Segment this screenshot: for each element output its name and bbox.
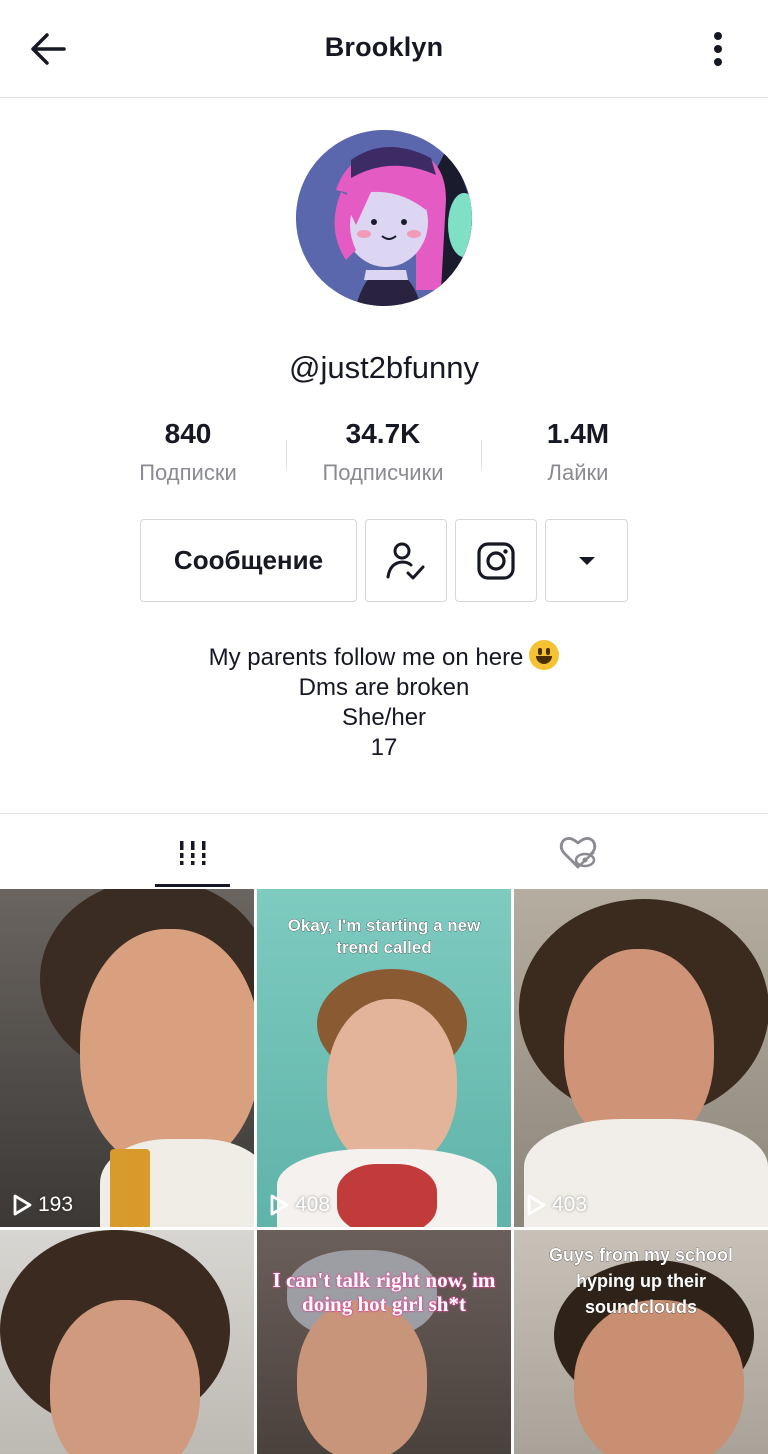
grid-bars-icon <box>177 841 208 865</box>
video-thumbnail[interactable]: I can't talk right now, im doing hot gir… <box>257 1230 511 1454</box>
bio-text: My parents follow me on here <box>208 644 524 671</box>
suggestions-dropdown-button[interactable] <box>545 519 628 602</box>
following-label: Подписки <box>139 460 237 485</box>
thumbnail-art <box>574 1300 744 1454</box>
bio-line: My parents follow me on here <box>0 640 768 673</box>
vertical-dots-icon <box>714 32 722 66</box>
avatar-illustration <box>296 130 472 306</box>
video-thumbnail[interactable]: 403 <box>514 889 768 1227</box>
instagram-button[interactable] <box>455 519 537 602</box>
thumbnail-art <box>297 1300 427 1454</box>
instagram-icon <box>477 541 515 580</box>
following-count: 840 <box>164 418 212 449</box>
thumbnail-art <box>80 929 254 1169</box>
person-check-icon <box>386 542 425 579</box>
video-thumbnail[interactable]: 193 <box>0 889 254 1227</box>
following-status-button[interactable] <box>365 519 447 602</box>
likes-label: Лайки <box>547 460 609 485</box>
tabs-divider <box>0 813 768 814</box>
video-caption: Guys from my school hyping up their soun… <box>548 1245 734 1318</box>
active-tab-indicator <box>155 884 230 887</box>
likes-count: 1.4M <box>546 418 610 449</box>
view-count-text: 193 <box>38 1193 74 1216</box>
bio-line: Dms are broken <box>298 674 470 701</box>
grinning-emoji-icon <box>529 640 560 670</box>
view-count: 408 <box>269 1193 330 1217</box>
view-count: 403 <box>526 1193 587 1217</box>
view-count-text: 403 <box>552 1193 588 1216</box>
video-thumbnail[interactable]: Guys from my school hyping up their soun… <box>514 1230 768 1454</box>
play-outline-icon <box>270 1194 289 1216</box>
message-button[interactable]: Сообщение <box>140 519 357 602</box>
view-count: 193 <box>12 1193 73 1217</box>
thumbnail-art <box>50 1300 200 1454</box>
tab-liked[interactable] <box>540 818 615 888</box>
avatar[interactable] <box>296 130 472 306</box>
bio: My parents follow me on here Dms are bro… <box>0 640 768 763</box>
username: @just2bfunny <box>288 350 480 385</box>
followers-stat[interactable]: 34.7K Подписчики <box>283 418 483 486</box>
play-outline-icon <box>527 1194 546 1216</box>
video-caption: Okay, I'm starting a new trend called <box>287 916 481 958</box>
thumbnail-art <box>337 1164 437 1227</box>
bio-line: She/her <box>341 704 427 731</box>
play-outline-icon <box>13 1194 32 1216</box>
more-options-button[interactable] <box>698 28 738 70</box>
video-caption: I can't talk right now, im doing hot gir… <box>272 1268 496 1317</box>
tab-videos[interactable] <box>155 818 230 888</box>
top-bar: Brooklyn <box>0 0 768 98</box>
followers-count: 34.7K <box>345 418 421 449</box>
followers-label: Подписчики <box>322 460 444 485</box>
video-thumbnail[interactable]: Okay, I'm starting a new trend called 40… <box>257 889 511 1227</box>
following-stat[interactable]: 840 Подписки <box>88 418 288 486</box>
video-thumbnail[interactable] <box>0 1230 254 1454</box>
bio-line: 17 <box>370 734 398 761</box>
likes-stat[interactable]: 1.4M Лайки <box>478 418 678 486</box>
hidden-heart-icon <box>559 837 596 869</box>
caret-down-icon <box>578 556 595 565</box>
view-count-text: 408 <box>295 1193 331 1216</box>
thumbnail-art <box>327 999 457 1169</box>
page-title: Brooklyn <box>324 32 444 62</box>
thumbnail-art <box>110 1149 150 1227</box>
